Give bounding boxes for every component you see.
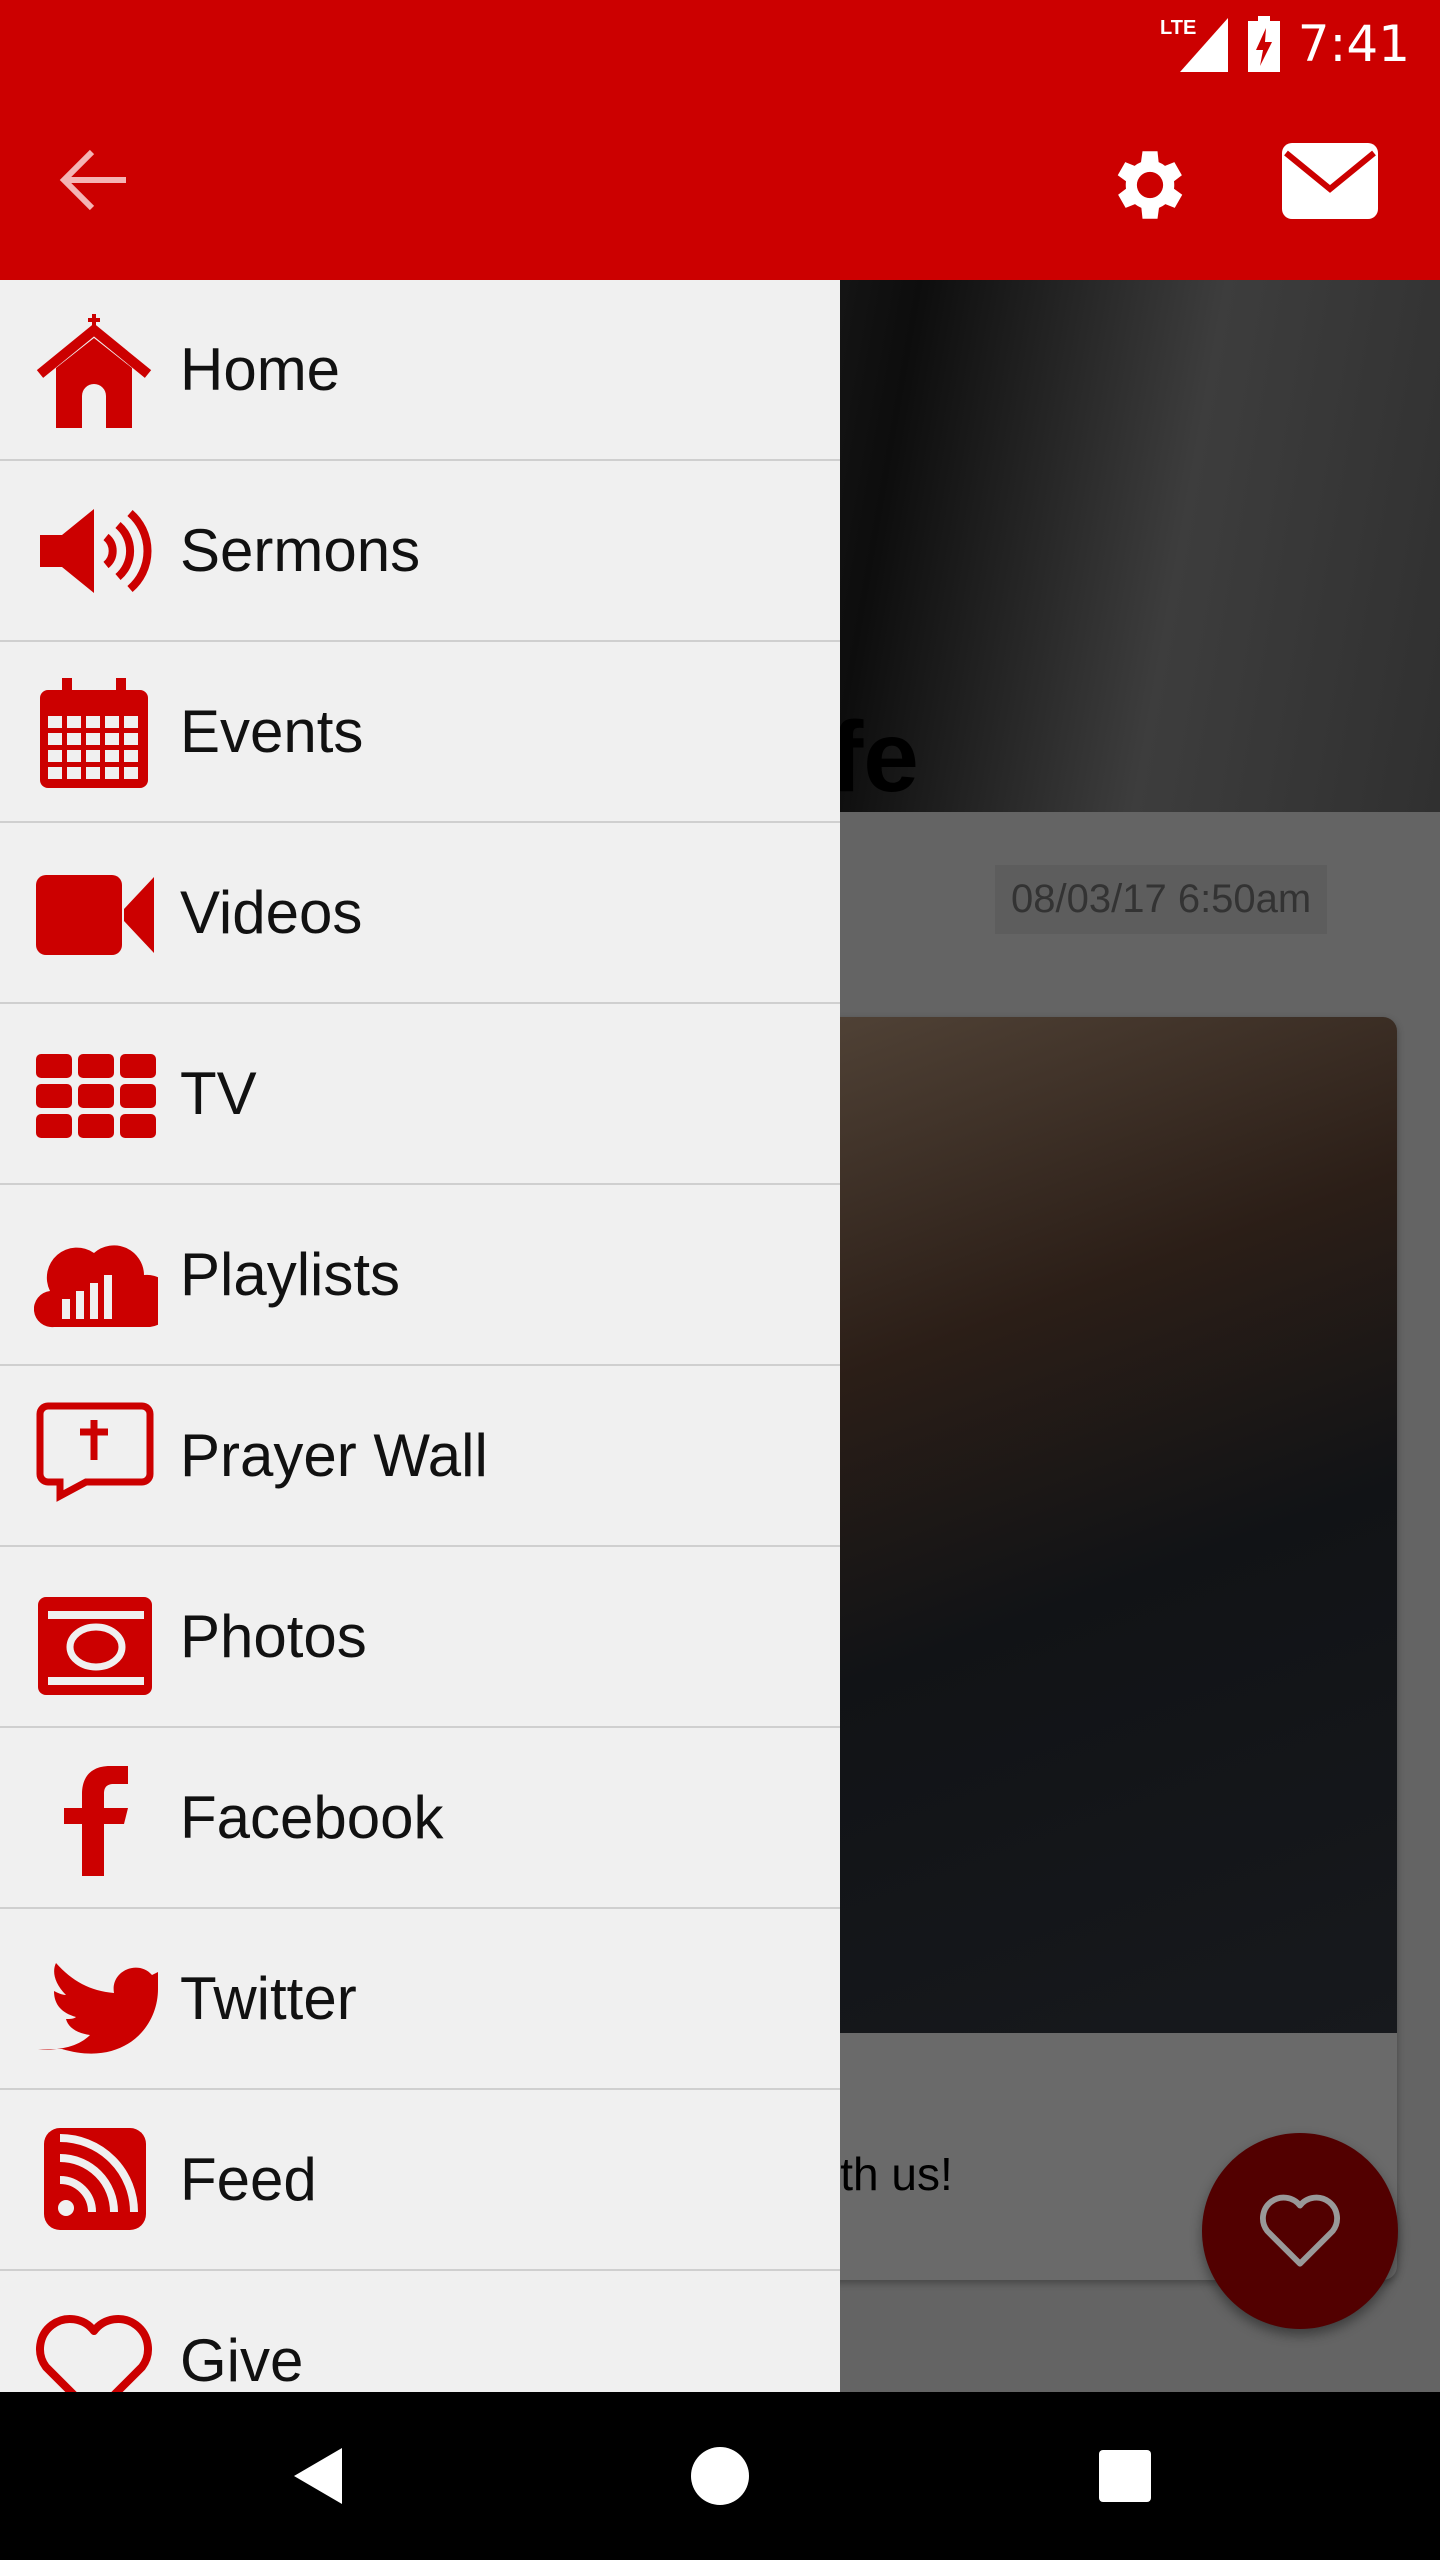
drawer-item-label: Sermons: [180, 517, 421, 584]
arrow-left-icon[interactable]: [50, 140, 140, 220]
clock: 7:41: [1297, 15, 1410, 73]
twitter-icon: [38, 1963, 158, 2054]
drawer-item-label: Playlists: [180, 1241, 401, 1308]
drawer-item-label: Give: [180, 2327, 304, 2392]
camera-icon: [38, 1597, 152, 1695]
app-bar: LTE 7:41: [0, 0, 1440, 280]
system-nav-bar: [0, 2392, 1440, 2560]
drawer-item-prayer-wall[interactable]: Prayer Wall: [0, 1366, 840, 1547]
drawer-item-label: Home: [180, 336, 341, 403]
drawer-item-label: Twitter: [180, 1965, 357, 2032]
post-image: [820, 1017, 1397, 2033]
home-circle-icon[interactable]: [680, 2436, 760, 2516]
post-timestamp: 08/03/17 6:50am: [995, 865, 1328, 934]
drawer-item-label: TV: [180, 1060, 257, 1127]
church-icon: [36, 314, 152, 428]
envelope-icon[interactable]: [1282, 143, 1378, 219]
drawer-item-events[interactable]: Events: [0, 642, 840, 823]
heart-outline-icon: [1260, 2194, 1340, 2267]
hero-logo-text: fe: [830, 701, 919, 813]
speaker-icon: [40, 509, 152, 593]
video-camera-icon: [36, 875, 154, 955]
recents-square-icon[interactable]: [1085, 2436, 1165, 2516]
status-bar: LTE 7:41: [1160, 14, 1410, 74]
drawer-item-tv[interactable]: TV: [0, 1004, 840, 1185]
drawer-item-feed[interactable]: Feed: [0, 2090, 840, 2271]
drawer-item-label: Feed: [180, 2146, 317, 2213]
give-fab-button[interactable]: [1202, 2133, 1398, 2329]
drawer-item-photos[interactable]: Photos: [0, 1547, 840, 1728]
drawer-item-home[interactable]: Home: [0, 280, 840, 461]
drawer-item-label: Photos: [180, 1603, 367, 1670]
back-triangle-icon[interactable]: [280, 2436, 360, 2516]
drawer-item-sermons[interactable]: Sermons: [0, 461, 840, 642]
drawer-item-facebook[interactable]: Facebook: [0, 1728, 840, 1909]
drawer-item-give[interactable]: Give: [0, 2271, 840, 2392]
calendar-icon: [40, 678, 148, 788]
drawer-item-label: Facebook: [180, 1784, 444, 1851]
rss-icon: [44, 2128, 146, 2230]
drawer-item-label: Videos: [180, 879, 363, 946]
lte-signal-icon: LTE: [1160, 17, 1228, 72]
post-card[interactable]: ith us!: [820, 1017, 1397, 2280]
navigation-drawer: Home Sermons Events Videos TV Playlists Prayer…: [0, 280, 840, 2392]
drawer-item-videos[interactable]: Videos: [0, 823, 840, 1004]
drawer-item-playlists[interactable]: Playlists: [0, 1185, 840, 1366]
heart-icon: [36, 2315, 152, 2392]
cloud-bars-icon: [34, 1245, 158, 1328]
battery-charging-icon: [1247, 16, 1280, 72]
drawer-item-label: Prayer Wall: [180, 1422, 488, 1489]
grid-icon: [36, 1054, 156, 1138]
svg-text:LTE: LTE: [1160, 17, 1196, 39]
facebook-icon: [64, 1766, 128, 1876]
drawer-item-label: Events: [180, 698, 364, 765]
gear-icon[interactable]: [1105, 140, 1195, 230]
speech-cross-icon: [36, 1402, 154, 1502]
drawer-item-twitter[interactable]: Twitter: [0, 1909, 840, 2090]
